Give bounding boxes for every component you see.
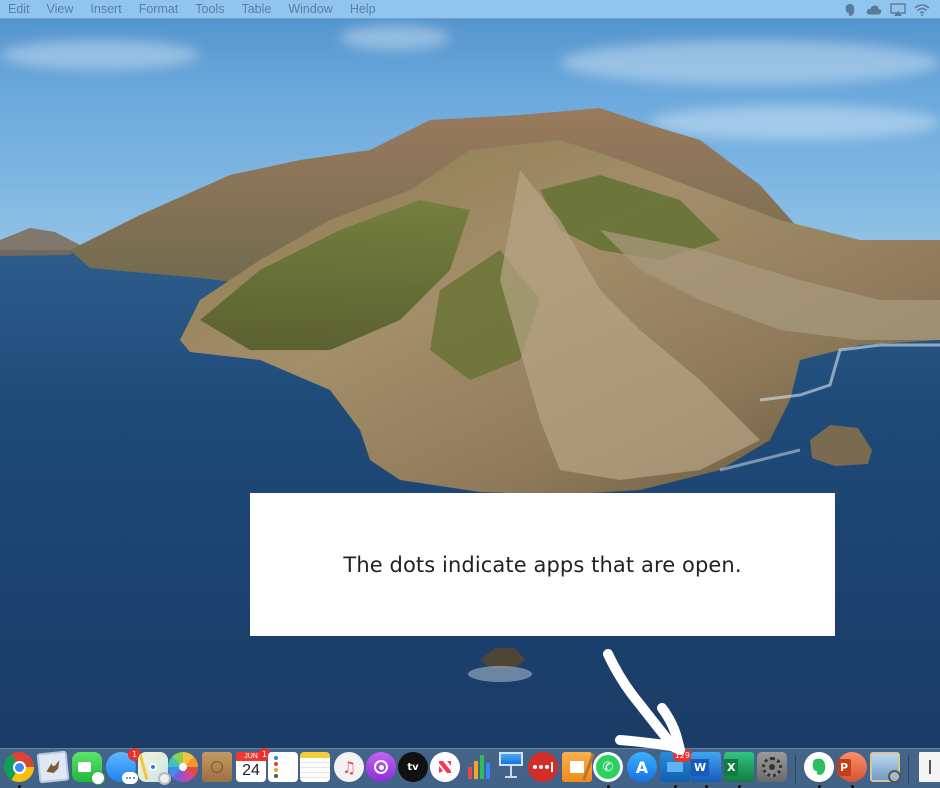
airplay-icon[interactable] <box>890 2 906 17</box>
dock-item-pages[interactable] <box>562 752 595 782</box>
word-label: W <box>691 758 710 776</box>
menu-help[interactable]: Help <box>341 0 376 19</box>
dock-item-calendar[interactable]: JUN 24 1 <box>236 748 271 782</box>
dock-item-podcasts[interactable] <box>366 752 396 782</box>
dock-item-system-preferences[interactable] <box>757 752 787 782</box>
powerpoint-icon: P <box>837 752 867 782</box>
dock-item-mail[interactable] <box>36 750 70 784</box>
notification-badge: 129 <box>672 749 692 762</box>
wifi-icon[interactable] <box>914 3 930 17</box>
lastpass-icon <box>528 752 558 782</box>
chrome-icon <box>4 752 34 782</box>
numbers-icon <box>464 752 494 782</box>
keynote-icon <box>496 752 526 782</box>
contacts-icon <box>202 752 232 782</box>
dock: 1 JUN 24 1 ♫ tv ✆ A 129 W X P <box>0 748 940 788</box>
notes-icon <box>300 752 330 782</box>
calendar-icon: JUN 24 1 <box>236 748 271 782</box>
apple-tv-label: tv <box>407 761 419 773</box>
evernote-icon <box>804 752 834 782</box>
dock-item-powerpoint[interactable]: P <box>837 752 867 788</box>
dock-separator <box>908 755 909 783</box>
whatsapp-icon: ✆ <box>593 752 623 782</box>
dock-item-chrome[interactable] <box>4 752 34 788</box>
menu-table[interactable]: Table <box>232 0 271 19</box>
apple-tv-icon: tv <box>398 752 428 782</box>
dock-item-facetime[interactable] <box>72 752 105 785</box>
caption-text: The dots indicate apps that are open. <box>343 552 742 577</box>
messages-icon: 1 <box>106 748 141 784</box>
dock-item-preview[interactable] <box>870 752 901 783</box>
powerpoint-label: P <box>837 758 852 776</box>
menu-view[interactable]: View <box>38 0 74 19</box>
podcasts-icon <box>366 752 396 782</box>
dock-item-app-store[interactable]: A <box>627 752 657 782</box>
caption-box: The dots indicate apps that are open. <box>250 493 835 636</box>
menu-bar: Edit View Insert Format Tools Table Wind… <box>0 0 940 19</box>
dock-separator <box>795 755 796 783</box>
photos-icon <box>168 752 198 782</box>
dock-item-outlook[interactable]: 129 <box>660 749 692 788</box>
dock-item-contacts[interactable] <box>202 752 232 782</box>
word-icon: W <box>691 752 721 782</box>
island-landscape <box>0 108 940 682</box>
pages-icon <box>562 752 595 782</box>
dock-item-messages[interactable]: 1 <box>106 748 141 784</box>
dock-item-photos[interactable] <box>168 752 198 782</box>
mail-icon <box>36 750 70 784</box>
dock-item-document[interactable] <box>919 752 940 782</box>
menu-format[interactable]: Format <box>130 0 179 19</box>
creative-cloud-icon[interactable] <box>866 3 882 17</box>
dock-item-evernote[interactable] <box>804 752 834 788</box>
dock-item-reminders[interactable] <box>268 752 298 782</box>
dock-item-word[interactable]: W <box>691 752 721 788</box>
dock-item-lastpass[interactable] <box>528 752 558 782</box>
dock-item-keynote[interactable] <box>496 752 526 782</box>
evernote-icon[interactable] <box>842 3 858 17</box>
dock-item-excel[interactable]: X <box>724 752 754 788</box>
news-icon <box>430 752 460 782</box>
facetime-icon <box>72 752 105 785</box>
menu-edit[interactable]: Edit <box>0 0 30 19</box>
music-icon: ♫ <box>334 752 364 782</box>
maps-icon <box>138 752 171 785</box>
document-icon <box>919 752 940 782</box>
menu-window[interactable]: Window <box>279 0 332 19</box>
preview-icon <box>870 752 901 783</box>
dock-item-apple-tv[interactable]: tv <box>398 752 428 782</box>
menu-tools[interactable]: Tools <box>186 0 224 19</box>
outlook-icon: 129 <box>660 749 692 782</box>
excel-label: X <box>724 758 739 776</box>
dock-item-notes[interactable] <box>300 752 330 782</box>
desktop-wallpaper <box>0 0 940 788</box>
status-menu-area <box>842 0 940 19</box>
dock-item-whatsapp[interactable]: ✆ <box>593 752 623 788</box>
dock-item-maps[interactable] <box>138 752 171 785</box>
calendar-day: 24 <box>242 762 260 779</box>
dock-item-music[interactable]: ♫ <box>334 752 364 782</box>
dock-item-numbers[interactable] <box>464 752 494 782</box>
excel-icon: X <box>724 752 754 782</box>
system-preferences-icon <box>757 752 787 782</box>
menu-insert[interactable]: Insert <box>81 0 121 19</box>
reminders-icon <box>268 752 298 782</box>
app-store-icon: A <box>627 752 657 782</box>
dock-item-news[interactable] <box>430 752 460 782</box>
